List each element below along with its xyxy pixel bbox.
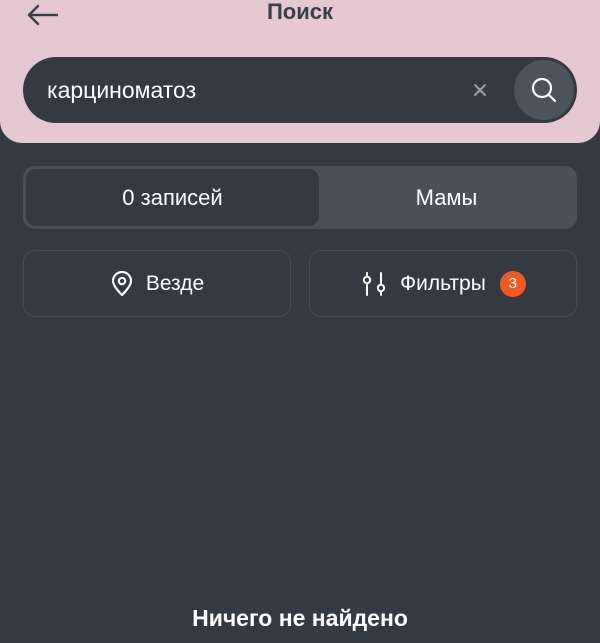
segmented-control: 0 записей Мамы [23, 166, 577, 229]
location-filter-label: Везде [145, 271, 205, 295]
header: Поиск карциноматоз [0, 0, 600, 143]
filters-count-badge: 3 [499, 270, 526, 297]
search-input[interactable]: карциноматоз [47, 57, 196, 123]
close-icon [474, 84, 486, 96]
search-bar[interactable]: карциноматоз [23, 57, 577, 123]
sliders-icon [360, 270, 388, 298]
location-pin-icon [110, 270, 134, 297]
tab-records[interactable]: 0 записей [26, 169, 319, 226]
filters-label: Фильтры [400, 271, 486, 295]
tab-moms[interactable]: Мамы [319, 169, 574, 226]
search-icon [531, 77, 557, 103]
location-filter-button[interactable]: Везде [23, 250, 291, 317]
clear-search-button[interactable] [465, 75, 495, 105]
empty-state-message: Ничего не найдено [192, 605, 408, 631]
page-title: Поиск [266, 0, 334, 24]
filters-button[interactable]: Фильтры 3 [309, 250, 577, 317]
search-button[interactable] [514, 60, 574, 120]
